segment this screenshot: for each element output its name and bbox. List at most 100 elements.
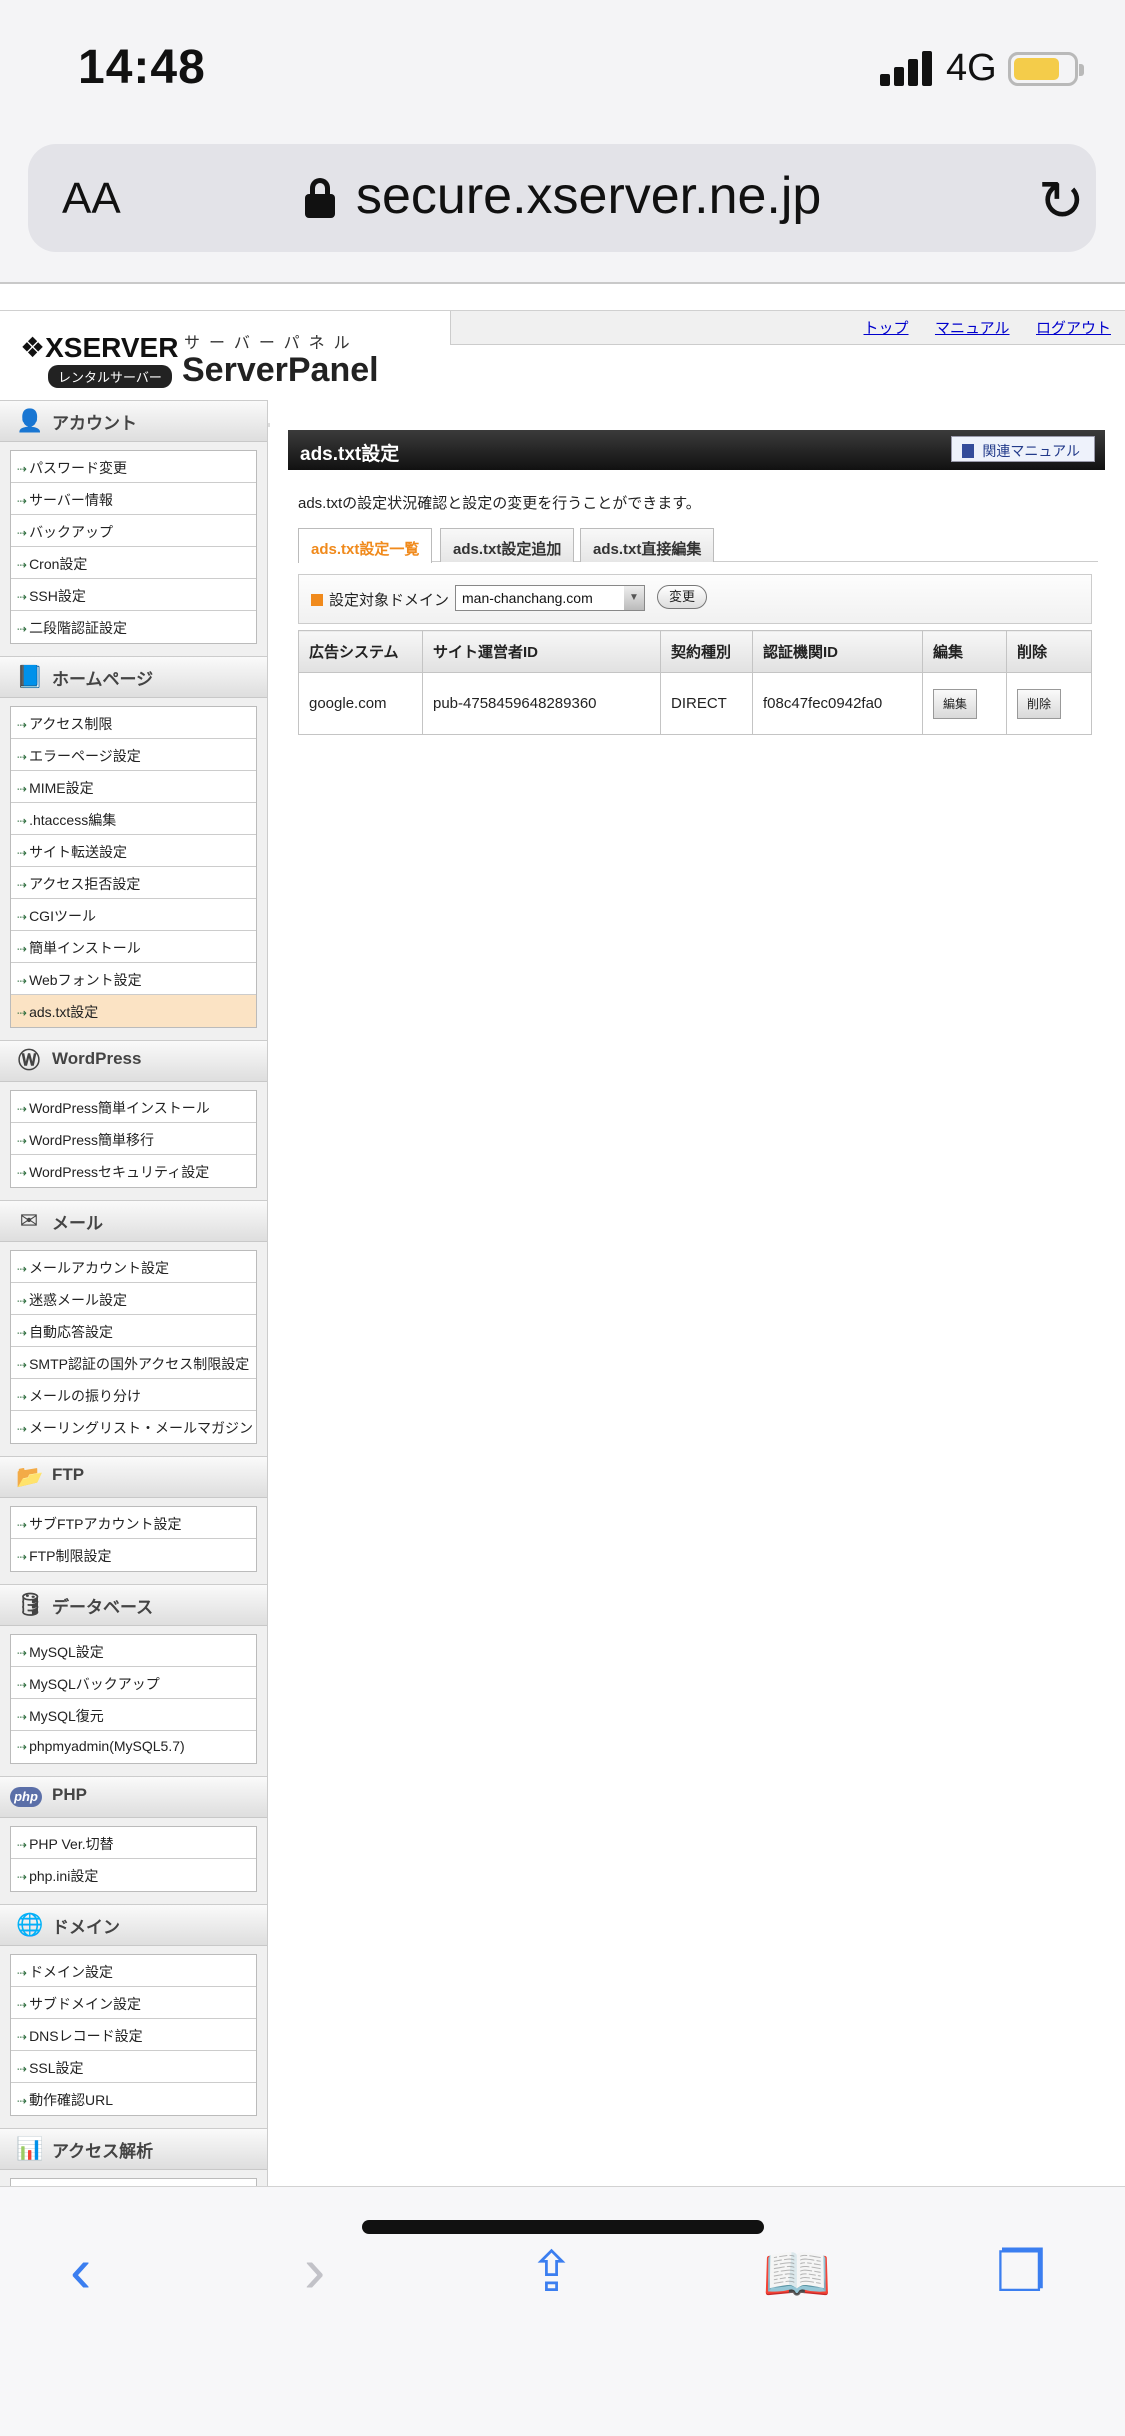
sidebar-section-list: ⇢ メールアカウント設定 ⇢ 迷惑メール設定 ⇢ 自動応答設定 ⇢ SMTP認証の国外アクセス… <box>10 1250 257 1444</box>
sidebar-item[interactable]: ⇢ パスワード変更 <box>11 451 256 483</box>
text-size-button[interactable]: AA <box>62 174 121 224</box>
back-icon[interactable]: ‹ <box>70 2233 91 2307</box>
sidebar-item[interactable]: ⇢ アクセス制限 <box>11 707 256 739</box>
arrow-right-icon: ⇢ <box>17 846 28 860</box>
sidebar-item[interactable]: ⇢ MySQLバックアップ <box>11 1667 256 1699</box>
nav-top-link[interactable]: トップ <box>864 320 909 337</box>
sidebar-item-label: ドメイン設定 <box>29 1964 114 1980</box>
related-manual-button[interactable]: 関連マニュアル <box>951 436 1095 462</box>
sidebar-item[interactable]: ⇢ DNSレコード設定 <box>11 2019 256 2051</box>
sidebar-item[interactable]: ⇢ MySQL復元 <box>11 1699 256 1731</box>
sidebar-section-title: PHP <box>52 1785 87 1804</box>
sidebar-item[interactable]: ⇢ バックアップ <box>11 515 256 547</box>
logo-badge: レンタルサーバー <box>48 365 172 388</box>
sidebar-section-title: ホームページ <box>52 670 154 689</box>
sidebar-section-title: メール <box>52 1214 103 1233</box>
tab-ads-edit[interactable]: ads.txt直接編集 <box>580 528 715 562</box>
sidebar-menu: 👤 アカウント ⇢ パスワード変更 ⇢ サーバー情報 ⇢ バックアップ ⇢ Cron設定 ⇢ SSH設… <box>0 400 268 2186</box>
tab-ads-add[interactable]: ads.txt設定追加 <box>440 528 575 562</box>
sidebar-item[interactable]: ⇢ 自動応答設定 <box>11 1315 256 1347</box>
sidebar-item[interactable]: ⇢ 二段階認証設定 <box>11 611 256 643</box>
delete-button[interactable]: 削除 <box>1017 688 1061 719</box>
sidebar-item[interactable]: ⇢ Webフォント設定 <box>11 963 256 995</box>
edit-button[interactable]: 編集 <box>933 688 977 719</box>
screen: 14:48 4G AA secure.xserver.ne.jp ↻ ❖XSER… <box>0 0 1125 2436</box>
sidebar-item[interactable]: ⇢ WordPress簡単移行 <box>11 1123 256 1155</box>
sidebar-item[interactable]: ⇢ メールアカウント設定 <box>11 1251 256 1283</box>
sidebar-item[interactable]: ⇢ ドメイン設定 <box>11 1955 256 1987</box>
sidebar-item-label: WordPress簡単インストール <box>29 1100 210 1116</box>
sidebar-item[interactable]: ⇢ メーリングリスト・メールマガジン <box>11 1411 256 1443</box>
reload-icon[interactable]: ↻ <box>1038 168 1085 234</box>
panel-title-bar: ads.txt設定 関連マニュアル <box>288 430 1105 470</box>
sidebar-item[interactable]: ⇢ FTP制限設定 <box>11 1539 256 1571</box>
sidebar-item[interactable]: ⇢ .htaccess編集 <box>11 803 256 835</box>
domain-select[interactable]: man-chanchang.com ▼ <box>455 585 645 611</box>
arrow-right-icon: ⇢ <box>17 1646 28 1660</box>
sidebar-item-label: メーリングリスト・メールマガジン <box>29 1420 254 1436</box>
domain-label: 設定対象ドメイン <box>311 589 449 610</box>
sidebar-item[interactable]: ⇢ アクセス拒否設定 <box>11 867 256 899</box>
sidebar-item[interactable]: ⇢ サブFTPアカウント設定 <box>11 1507 256 1539</box>
sidebar-item-label: サーバー情報 <box>29 492 113 508</box>
arrow-right-icon: ⇢ <box>17 1102 28 1116</box>
sidebar-item[interactable]: ⇢ PHP Ver.切替 <box>11 1827 256 1859</box>
sidebar-item-label: phpmyadmin(MySQL5.7) <box>29 1738 185 1754</box>
arrow-right-icon: ⇢ <box>17 750 28 764</box>
sidebar-item[interactable]: ⇢ SMTP認証の国外アクセス制限設定 <box>11 1347 256 1379</box>
tabs-icon[interactable]: ❐ <box>996 2239 1046 2305</box>
sidebar-item[interactable]: ⇢ ads.txt設定 <box>11 995 256 1027</box>
sidebar-item-label: 迷惑メール設定 <box>29 1292 128 1308</box>
sidebar-item[interactable]: ⇢ SSH設定 <box>11 579 256 611</box>
tab-ads-list[interactable]: ads.txt設定一覧 <box>298 528 433 563</box>
logo-product[interactable]: ServerPanel <box>182 351 379 390</box>
share-icon[interactable]: ⇪ <box>528 2239 575 2305</box>
sidebar-item-label: 動作確認URL <box>29 2092 114 2108</box>
php-icon: php <box>10 1787 42 1807</box>
sidebar-item-label: サイト転送設定 <box>29 844 128 860</box>
site-header: ❖XSERVER レンタルサーバー サーバーパネル ServerPanel トッ… <box>0 310 1125 427</box>
cell-publisher-id: pub-4758459648289360 <box>422 672 661 735</box>
sidebar-item[interactable]: ⇢ サーバー情報 <box>11 483 256 515</box>
sidebar-item[interactable]: ⇢ MySQL設定 <box>11 1635 256 1667</box>
arrow-right-icon: ⇢ <box>17 782 28 796</box>
sidebar-item-label: ads.txt設定 <box>29 1004 99 1020</box>
globe-icon: 🌐 <box>16 1912 44 1937</box>
sidebar-item[interactable]: ⇢ phpmyadmin(MySQL5.7) <box>11 1731 256 1763</box>
sidebar-item[interactable]: ⇢ CGIツール <box>11 899 256 931</box>
arrow-right-icon: ⇢ <box>17 814 28 828</box>
arrow-right-icon: ⇢ <box>17 462 28 476</box>
url-text[interactable]: secure.xserver.ne.jp <box>356 166 821 226</box>
sidebar-item[interactable]: ⇢ メールの振り分け <box>11 1379 256 1411</box>
sidebar-item[interactable]: ⇢ エラーページ設定 <box>11 739 256 771</box>
logo-brand[interactable]: ❖XSERVER <box>20 331 178 364</box>
sidebar-item-label: php.ini設定 <box>29 1868 99 1884</box>
web-content: ❖XSERVER レンタルサーバー サーバーパネル ServerPanel トッ… <box>0 284 1125 2186</box>
forward-icon[interactable]: › <box>304 2233 325 2307</box>
address-bar[interactable]: AA secure.xserver.ne.jp ↻ <box>28 144 1096 252</box>
sidebar-section-header: 🛢 データベース <box>0 1584 267 1626</box>
sidebar-item[interactable]: ⇢ WordPressセキュリティ設定 <box>11 1155 256 1187</box>
user-icon: 👤 <box>16 408 44 433</box>
change-domain-button[interactable]: 変更 <box>657 585 707 609</box>
sidebar-item[interactable]: ⇢ 迷惑メール設定 <box>11 1283 256 1315</box>
sidebar-item[interactable]: ⇢アクセス解析 <box>11 2179 256 2186</box>
nav-manual-link[interactable]: マニュアル <box>935 320 1010 337</box>
sidebar-item[interactable]: ⇢ サイト転送設定 <box>11 835 256 867</box>
bookmarks-icon[interactable]: 📖 <box>762 2241 832 2307</box>
home-indicator <box>362 2220 764 2234</box>
sidebar-item[interactable]: ⇢ 簡単インストール <box>11 931 256 963</box>
sidebar-item[interactable]: ⇢ MIME設定 <box>11 771 256 803</box>
col-cert-id: 認証機関ID <box>752 630 923 673</box>
table-row: google.com pub-4758459648289360 DIRECT f… <box>298 672 1092 735</box>
arrow-right-icon: ⇢ <box>17 1390 28 1404</box>
sidebar-item[interactable]: ⇢ SSL設定 <box>11 2051 256 2083</box>
nav-logout-link[interactable]: ログアウト <box>1036 320 1111 337</box>
status-time: 14:48 <box>78 41 206 94</box>
sidebar-item[interactable]: ⇢ Cron設定 <box>11 547 256 579</box>
sidebar-item[interactable]: ⇢ 動作確認URL <box>11 2083 256 2115</box>
sidebar-item[interactable]: ⇢ WordPress簡単インストール <box>11 1091 256 1123</box>
sidebar-item[interactable]: ⇢ php.ini設定 <box>11 1859 256 1891</box>
arrow-right-icon: ⇢ <box>17 910 28 924</box>
sidebar-item[interactable]: ⇢ サブドメイン設定 <box>11 1987 256 2019</box>
